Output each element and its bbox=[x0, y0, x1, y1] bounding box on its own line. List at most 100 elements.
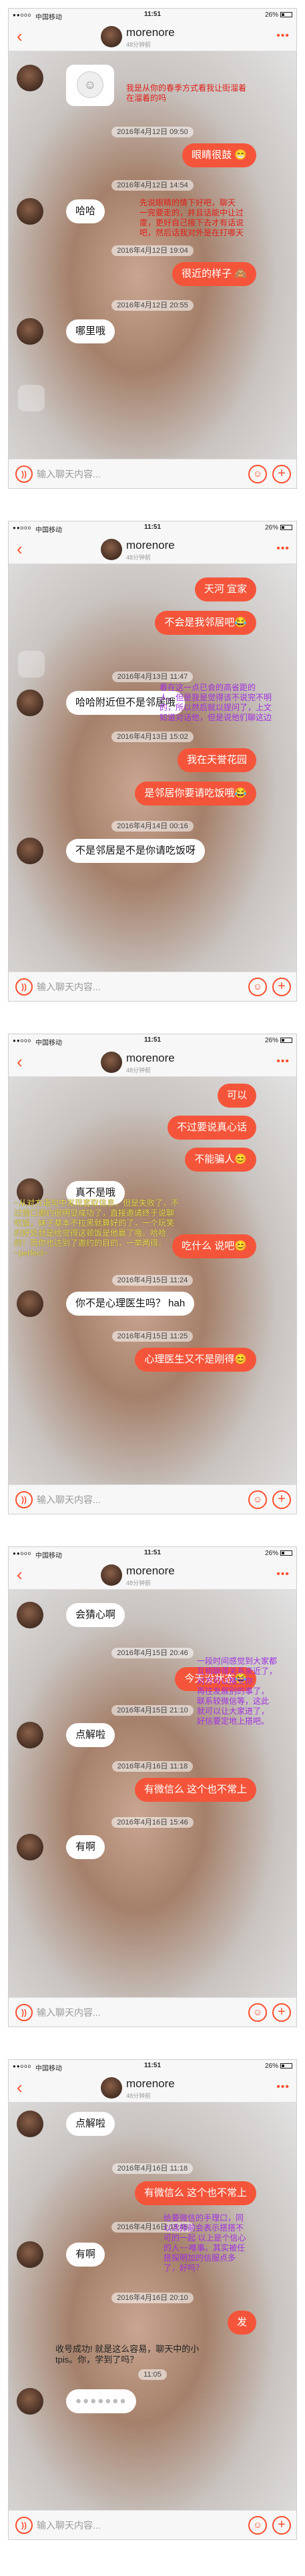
plus-icon[interactable]: + bbox=[272, 2516, 291, 2535]
annotation: 看在这一点已会的高省距的 人，但是我是觉得该不说完不明 的，所以然后就以提问了，… bbox=[160, 683, 272, 722]
voice-icon[interactable]: )) bbox=[15, 2517, 33, 2534]
sticker-message[interactable]: ☺ bbox=[66, 65, 114, 106]
last-seen: 48分钟前 bbox=[126, 1067, 151, 1074]
message-incoming[interactable]: 点解啦 bbox=[66, 1723, 115, 1747]
more-icon[interactable]: ••• bbox=[276, 1056, 290, 1068]
message-outgoing[interactable]: 是邻居你要请吃饭哦😂 bbox=[135, 782, 256, 806]
message-outgoing[interactable]: 眼睛很鼓 😁 bbox=[182, 143, 256, 167]
plus-icon[interactable]: + bbox=[272, 2003, 291, 2022]
last-seen: 48分钟前 bbox=[126, 2093, 151, 2099]
message-incoming[interactable]: 不是邻居是不是你请吃饭呀 bbox=[66, 839, 206, 863]
battery-indicator: 26% bbox=[265, 1037, 292, 1044]
chat-screen-3: ●●ooo 中国移动 11:51 26% ‹ morenore 48分钟前 ••… bbox=[8, 1034, 297, 1514]
message-input[interactable] bbox=[37, 977, 237, 997]
avatar[interactable] bbox=[17, 1834, 43, 1860]
message-outgoing[interactable]: 不会是我邻居吧😂 bbox=[155, 611, 256, 635]
chat-screen-1: ●●ooo 中国移动 11:51 26% ‹ morenore 48分钟前 ••… bbox=[8, 8, 297, 489]
emoji-icon[interactable]: ☺ bbox=[248, 1490, 267, 1509]
avatar[interactable] bbox=[17, 2241, 43, 2268]
annotation: 我是从你的春季方式看我让街溜着 在溜着的吗 bbox=[126, 83, 247, 103]
message-incoming[interactable]: 你不是心理医生吗？ hah bbox=[66, 1292, 195, 1316]
message-incoming[interactable]: 有啊 bbox=[66, 2243, 105, 2267]
message-outgoing[interactable]: 不能骗人😊 bbox=[185, 1148, 256, 1172]
message-outgoing[interactable]: 很近的样子 🙈 bbox=[172, 262, 256, 286]
plus-icon[interactable]: + bbox=[272, 1490, 291, 1509]
message-incoming-redacted[interactable]: ●●●●●●● bbox=[66, 2389, 137, 2413]
message-input[interactable] bbox=[37, 2515, 237, 2535]
plus-icon[interactable]: + bbox=[272, 978, 291, 996]
message-incoming[interactable]: 会猜心啊 bbox=[66, 1603, 125, 1627]
emoji-icon[interactable]: ☺ bbox=[248, 978, 267, 996]
message-outgoing[interactable]: 我在天誉花园 bbox=[177, 748, 256, 772]
timestamp: 2016年4月12日 09:50 bbox=[9, 126, 296, 137]
avatar[interactable] bbox=[17, 1722, 43, 1748]
plus-icon[interactable]: + bbox=[272, 465, 291, 483]
back-icon[interactable]: ‹ bbox=[17, 1564, 23, 1584]
message-outgoing[interactable]: 发 bbox=[227, 2311, 256, 2335]
back-icon[interactable]: ‹ bbox=[17, 26, 23, 46]
avatar[interactable] bbox=[101, 1564, 122, 1586]
avatar[interactable] bbox=[101, 1052, 122, 1073]
more-icon[interactable]: ••• bbox=[276, 543, 290, 555]
more-icon[interactable]: ••• bbox=[276, 2081, 290, 2093]
avatar[interactable] bbox=[101, 539, 122, 560]
message-outgoing[interactable]: 不过要说真心话 bbox=[167, 1116, 256, 1140]
message-outgoing[interactable]: 心理医生又不是刚得😊 bbox=[135, 1348, 256, 1372]
avatar[interactable] bbox=[17, 690, 43, 716]
more-icon[interactable]: ••• bbox=[276, 30, 290, 42]
message-outgoing[interactable]: 有微信么 这个也不常上 bbox=[134, 2181, 256, 2205]
avatar[interactable] bbox=[17, 318, 43, 345]
message-outgoing[interactable]: 可以 bbox=[217, 1084, 256, 1108]
message-outgoing[interactable]: 吃什么 说吧😊 bbox=[172, 1234, 256, 1258]
voice-icon[interactable]: )) bbox=[15, 2004, 33, 2021]
message-input[interactable] bbox=[37, 464, 237, 484]
avatar[interactable] bbox=[101, 26, 122, 47]
back-icon[interactable]: ‹ bbox=[17, 539, 23, 559]
timestamp: 11:05 bbox=[9, 2369, 296, 2380]
back-icon[interactable]: ‹ bbox=[17, 1052, 23, 1072]
nav-bar: ‹ morenore 48分钟前 ••• bbox=[9, 22, 296, 51]
message-incoming[interactable]: 点解啦 bbox=[66, 2112, 115, 2136]
battery-icon bbox=[280, 525, 292, 531]
annotation: 一段时间感觉到大家都 互相聊得关系亲近了， 对方可以接受你 再往发展别的事了， … bbox=[197, 1656, 278, 1726]
message-list[interactable]: 天河 宜家 不会是我邻居吧😂 2016年4月13日 11:47 哈哈附近但不是邻… bbox=[9, 564, 296, 973]
avatar[interactable] bbox=[17, 65, 43, 91]
battery-icon bbox=[280, 1550, 292, 1556]
avatar[interactable] bbox=[17, 198, 43, 225]
message-incoming[interactable]: 有啊 bbox=[66, 1835, 105, 1859]
voice-icon[interactable]: )) bbox=[15, 1491, 33, 1508]
battery-indicator: 26% bbox=[265, 2063, 292, 2070]
message-input[interactable] bbox=[37, 1490, 237, 1510]
smile-icon: ☺ bbox=[77, 71, 103, 98]
message-list[interactable]: ☺ 我是从你的春季方式看我让街溜着 在溜着的吗 2016年4月12日 09:50… bbox=[9, 51, 296, 460]
message-outgoing[interactable]: 有微信么 这个也不常上 bbox=[134, 1778, 256, 1802]
annotation: 先说眼睛的情下好吧，聊天 一完要走的，并且话能中让过 度，更好自己接下去才有话说… bbox=[139, 198, 244, 237]
message-list[interactable]: 会猜心啊 2016年4月15日 20:46 今天没状态😂 2016年4月15日 … bbox=[9, 1590, 296, 1999]
message-list[interactable]: 可以 不过要说真心话 不能骗人😊 真不是哦 ~从对方语句中发现套取信息，但是失败… bbox=[9, 1077, 296, 1486]
message-outgoing[interactable]: 天河 宜家 bbox=[194, 577, 256, 601]
chat-screen-5: ●●ooo 中国移动 11:51 26% ‹ morenore 48分钟前 ••… bbox=[8, 2059, 297, 2540]
more-icon[interactable]: ••• bbox=[276, 1568, 290, 1580]
avatar[interactable] bbox=[101, 2077, 122, 2099]
emoji-icon[interactable]: ☺ bbox=[248, 465, 267, 483]
avatar[interactable] bbox=[17, 2111, 43, 2137]
status-bar: ●●ooo 中国移动 11:51 26% bbox=[9, 521, 296, 535]
back-icon[interactable]: ‹ bbox=[17, 2077, 23, 2097]
message-input[interactable] bbox=[37, 2003, 237, 2023]
avatar[interactable] bbox=[17, 1602, 43, 1628]
avatar[interactable] bbox=[17, 1290, 43, 1317]
timestamp: 2016年4月15日 11:25 bbox=[9, 1330, 296, 1342]
message-incoming[interactable]: 哈哈 bbox=[66, 199, 105, 223]
message-list[interactable]: 点解啦 2016年4月16日 11:18 有微信么 这个也不常上 2016年4月… bbox=[9, 2103, 296, 2511]
clock: 11:51 bbox=[143, 523, 162, 531]
emoji-icon[interactable]: ☺ bbox=[248, 2516, 267, 2535]
voice-icon[interactable]: )) bbox=[15, 465, 33, 483]
message-incoming[interactable]: 哪里哦 bbox=[66, 319, 115, 343]
contact-name: morenore bbox=[126, 1564, 175, 1577]
input-bar: )) ☺ + bbox=[9, 1997, 296, 2027]
voice-icon[interactable]: )) bbox=[15, 978, 33, 996]
avatar[interactable] bbox=[17, 2388, 43, 2415]
avatar[interactable] bbox=[17, 838, 43, 864]
emoji-icon[interactable]: ☺ bbox=[248, 2003, 267, 2022]
chat-screen-4: ●●ooo 中国移动 11:51 26% ‹ morenore 48分钟前 ••… bbox=[8, 1546, 297, 2027]
